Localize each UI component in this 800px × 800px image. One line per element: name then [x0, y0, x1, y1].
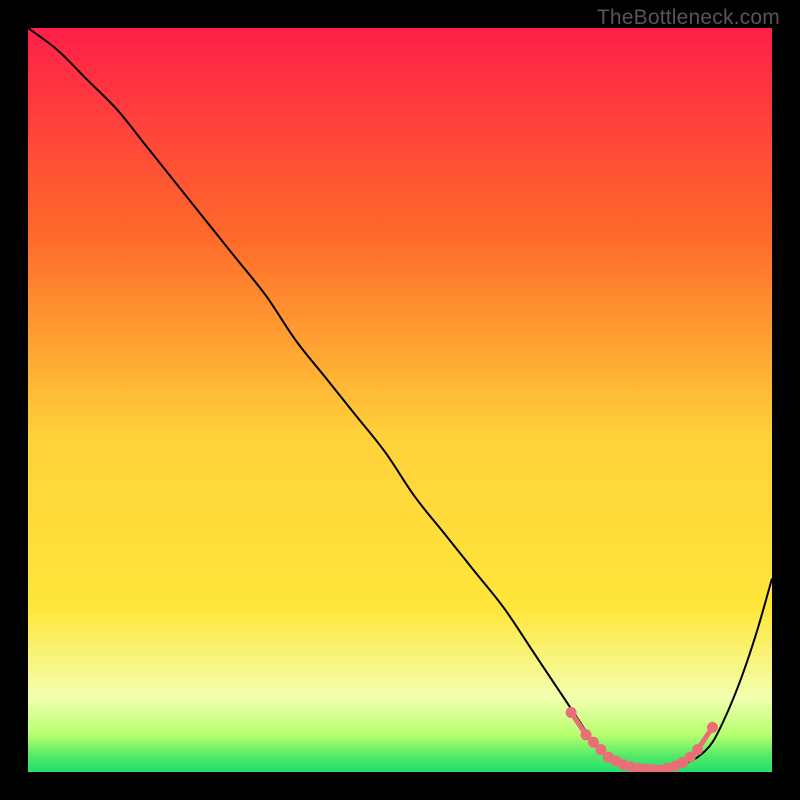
attribution-watermark: TheBottleneck.com — [597, 6, 780, 30]
optimal-point-marker — [566, 707, 577, 718]
chart-stage: TheBottleneck.com — [0, 0, 800, 800]
optimal-point-marker — [692, 744, 703, 755]
plot-area — [28, 28, 772, 772]
optimal-point-marker — [707, 722, 718, 733]
bottleneck-chart-svg — [28, 28, 772, 772]
gradient-background — [28, 28, 772, 772]
